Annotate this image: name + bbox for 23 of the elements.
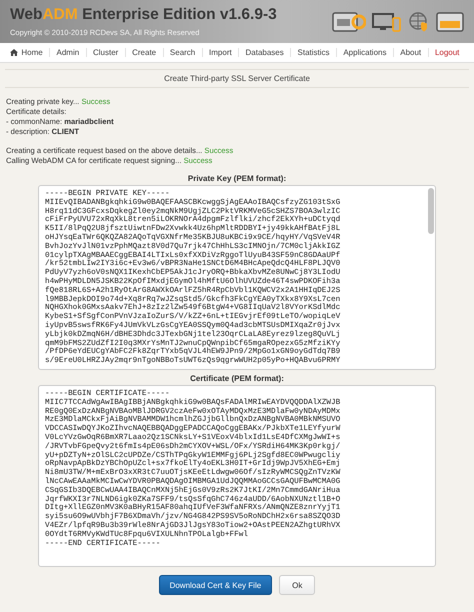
- browser-window-icon[interactable]: [436, 10, 464, 32]
- ok-button[interactable]: Ok: [279, 575, 316, 595]
- download-button[interactable]: Download Cert & Key File: [158, 575, 272, 595]
- home-icon: [10, 49, 18, 56]
- nav-link[interactable]: Search: [162, 48, 202, 57]
- nav-link[interactable]: Databases: [238, 48, 290, 57]
- scrollbar[interactable]: [428, 188, 434, 234]
- nav-link[interactable]: Home: [4, 48, 50, 57]
- nav-link[interactable]: About: [392, 48, 428, 57]
- nav-link[interactable]: Cluster: [86, 48, 125, 57]
- nav-link[interactable]: Statistics: [290, 48, 336, 57]
- nav-link[interactable]: Logout: [428, 48, 466, 57]
- app-title: WebADM Enterprise Edition v1.6.9-3: [10, 6, 277, 24]
- globe-shield-icon[interactable]: [408, 10, 430, 32]
- devices-icon[interactable]: [372, 10, 402, 32]
- nav-link[interactable]: Create: [124, 48, 163, 57]
- page-title: Create Third-party SSL Server Certificate: [5, 69, 469, 88]
- field-label: Private Key (PEM format):: [188, 174, 286, 183]
- field-label: Certificate (PEM format):: [190, 374, 284, 383]
- nav-link[interactable]: Applications: [336, 48, 393, 57]
- api-icon[interactable]: [332, 10, 366, 32]
- nav-link[interactable]: Import: [202, 48, 238, 57]
- nav-link[interactable]: Admin: [49, 48, 86, 57]
